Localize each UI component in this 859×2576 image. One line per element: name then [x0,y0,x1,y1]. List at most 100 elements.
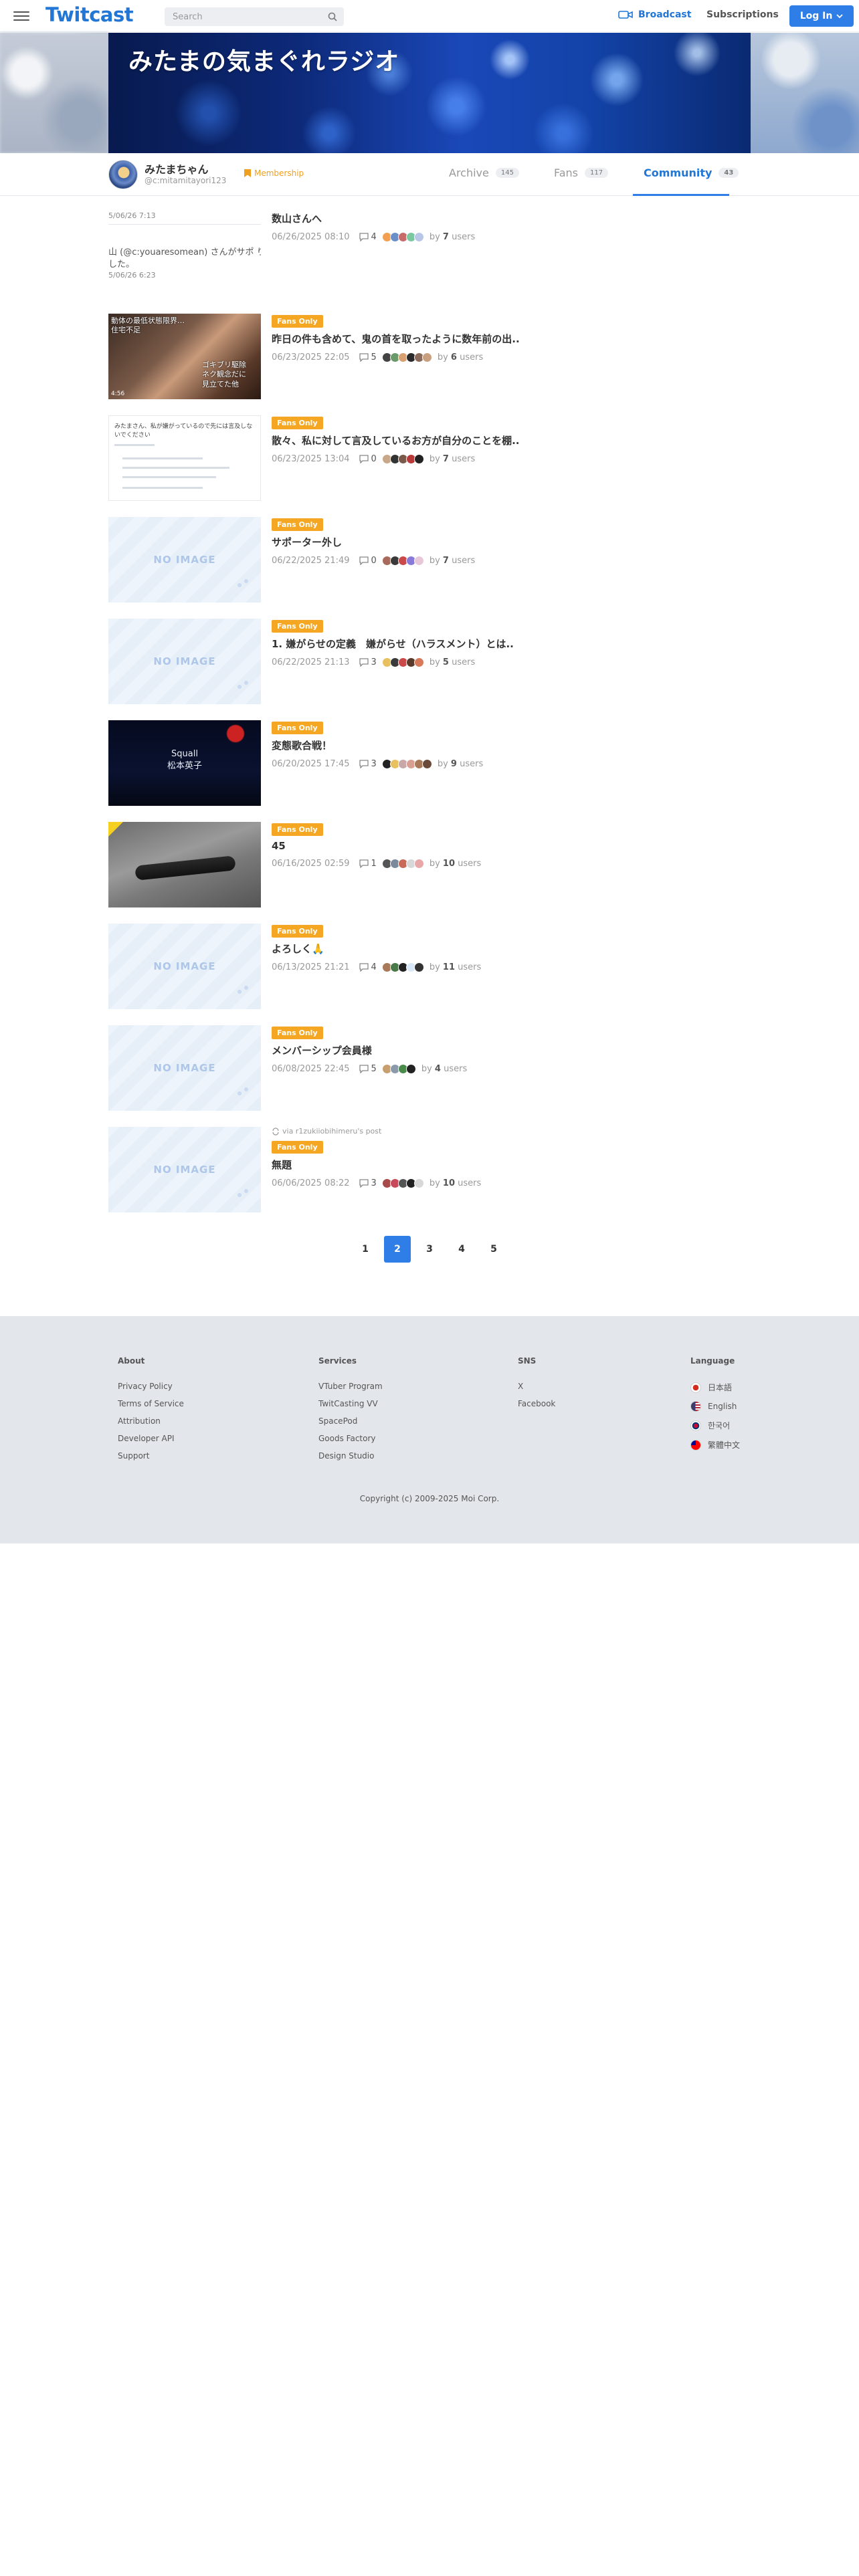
pagination: 1 2 3 4 5 [0,1236,859,1263]
footer-heading: SNS [518,1356,537,1366]
comment-icon [359,556,369,565]
page-4-button[interactable]: 4 [448,1236,475,1263]
via-post-link[interactable]: via r1zukiiobihimeru's post [272,1127,751,1136]
reactor-avatar [413,657,424,667]
page-2-button[interactable]: 2 [384,1236,411,1263]
post-title[interactable]: 無題 [272,1158,751,1172]
tab-fans-label: Fans [554,167,579,179]
hamburger-menu-icon[interactable] [13,9,29,23]
design-studio-link[interactable]: Design Studio [318,1451,383,1461]
search-input[interactable] [165,7,312,26]
x-link[interactable]: X [518,1382,555,1391]
twitcasting-vv-link[interactable]: TwitCasting VV [318,1399,383,1408]
page-1-button[interactable]: 1 [352,1236,379,1263]
post-info: Fans Only よろしく🙏 06/13/2025 21:21 4 by 11… [272,924,751,972]
comment-count: 3 [371,759,377,769]
language-japanese[interactable]: 日本語 [690,1382,740,1393]
support-link[interactable]: Support [118,1451,184,1461]
post-thumbnail[interactable]: NO IMAGE [108,924,261,1009]
terms-link[interactable]: Terms of Service [118,1399,184,1408]
subscriptions-link[interactable]: Subscriptions [706,9,779,20]
japan-flag-icon [690,1382,701,1393]
post-thumbnail[interactable]: NO IMAGE [108,1127,261,1212]
post-title[interactable]: 数山さんへ [272,211,751,225]
tab-fans[interactable]: Fans 117 [554,167,609,179]
login-button[interactable]: Log In [789,5,854,27]
fans-only-badge: Fans Only [272,417,323,429]
post-title[interactable]: 45 [272,840,751,852]
language-korean[interactable]: 한국어 [690,1420,740,1431]
post-meta: 06/13/2025 21:21 4 by 11 users [272,962,751,972]
post-item[interactable]: 動体の最低状態限界… 住宅不足 ゴキブリ駆除 ネク観念だに 見立てた他 4:56… [108,314,751,399]
twitcast-logo[interactable]: Twitcast [45,3,134,26]
post-title[interactable]: メンバーシップ会員様 [272,1043,751,1057]
reactor-avatar [413,232,424,242]
users-count: by 4 users [421,1064,468,1074]
tab-archive[interactable]: Archive 145 [449,167,519,179]
post-thumbnail[interactable]: 動体の最低状態限界… 住宅不足 ゴキブリ駆除 ネク観念だに 見立てた他 4:56 [108,314,261,399]
language-label: 한국어 [708,1421,731,1430]
post-item[interactable]: NO IMAGE via r1zukiiobihimeru's post Fan… [108,1127,751,1212]
comment-count: 3 [371,657,377,667]
post-item[interactable]: みたまさん、私が嫌がっているので先には言及しないでください Fans Only … [108,415,751,501]
channel-title: みたまの気まぐれラジオ [128,48,400,76]
post-title[interactable]: 1. 嫌がらせの定義 嫌がらせ（ハラスメント）とは.. [272,637,751,651]
post-thumbnail[interactable]: NO IMAGE [108,619,261,704]
activity-item[interactable]: 山 (@c:youaresomean) さんがサポ りました。 5/06/26 … [108,247,261,280]
user-avatars [381,1178,424,1188]
repost-icon [272,1127,279,1136]
user-avatars [381,556,424,566]
page-3-button[interactable]: 3 [416,1236,443,1263]
post-item[interactable]: NO IMAGE Fans Only サポーター外し 06/22/2025 21… [108,517,751,603]
post-thumbnail[interactable]: NO IMAGE [108,1025,261,1111]
footer-heading: Language [690,1356,735,1366]
broadcast-button[interactable]: Broadcast [618,9,691,20]
post-thumbnail[interactable]: みたまさん、私が嫌がっているので先には言及しないでください [108,415,261,501]
goods-factory-link[interactable]: Goods Factory [318,1434,383,1443]
post-title[interactable]: 散々、私に対して言及しているお方が自分のことを棚.. [272,433,751,447]
post-thumbnail[interactable] [108,822,261,907]
comment-count: 4 [371,232,377,242]
tab-community[interactable]: Community 43 [644,167,739,179]
language-traditional-chinese[interactable]: 繁體中文 [690,1439,740,1451]
users-count: by 5 users [429,657,476,667]
post-thumbnail[interactable]: NO IMAGE [108,517,261,603]
spacepod-link[interactable]: SpacePod [318,1416,383,1426]
membership-link[interactable]: Membership [244,169,304,178]
user-avatars [381,454,424,464]
post-item[interactable]: Squall 松本英子 Fans Only 変態歌合戦！ 06/20/2025 … [108,720,751,806]
page-5-button[interactable]: 5 [480,1236,507,1263]
post-title[interactable]: よろしく🙏 [272,942,751,956]
facebook-link[interactable]: Facebook [518,1399,555,1408]
search-icon[interactable] [328,12,337,21]
comment-icon [359,1065,369,1073]
post-item[interactable]: NO IMAGE Fans Only 1. 嫌がらせの定義 嫌がらせ（ハラスメン… [108,619,751,704]
post-title[interactable]: 変態歌合戦！ [272,738,751,752]
privacy-policy-link[interactable]: Privacy Policy [118,1382,184,1391]
post-thumbnail[interactable]: Squall 松本英子 [108,720,261,806]
post-title[interactable]: サポーター外し [272,535,751,549]
post-item[interactable]: NO IMAGE Fans Only よろしく🙏 06/13/2025 21:2… [108,924,751,1009]
bookmark-icon [244,169,251,177]
post-info: Fans Only サポーター外し 06/22/2025 21:49 0 by … [272,517,751,566]
post-item[interactable]: 数山さんへ 06/26/2025 08:10 4 by 7 users [108,211,751,251]
post-title[interactable]: 昨日の件も含めて、鬼の首を取ったように数年前の出.. [272,332,751,346]
comment-count: 4 [371,962,377,972]
post-meta: 06/20/2025 17:45 3 by 9 users [272,759,751,769]
user-avatars [381,962,424,972]
thumbnail-caption: 動体の最低状態限界… 住宅不足 [111,316,185,335]
reactor-avatar [413,859,424,869]
video-camera-icon [618,11,633,19]
post-item[interactable]: NO IMAGE Fans Only メンバーシップ会員様 06/08/2025… [108,1025,751,1111]
post-item[interactable]: Fans Only 45 06/16/2025 02:59 1 by 10 us… [108,822,751,907]
user-avatars [381,1064,416,1074]
avatar[interactable] [108,160,138,189]
user-name[interactable]: みたまちゃん [145,160,209,177]
vtuber-program-link[interactable]: VTuber Program [318,1382,383,1391]
no-image-icon [237,579,248,587]
attribution-link[interactable]: Attribution [118,1416,184,1426]
language-english[interactable]: English [690,1401,740,1412]
footer-sns: SNS X Facebook [518,1356,555,1416]
developer-api-link[interactable]: Developer API [118,1434,184,1443]
user-avatars [381,352,432,362]
